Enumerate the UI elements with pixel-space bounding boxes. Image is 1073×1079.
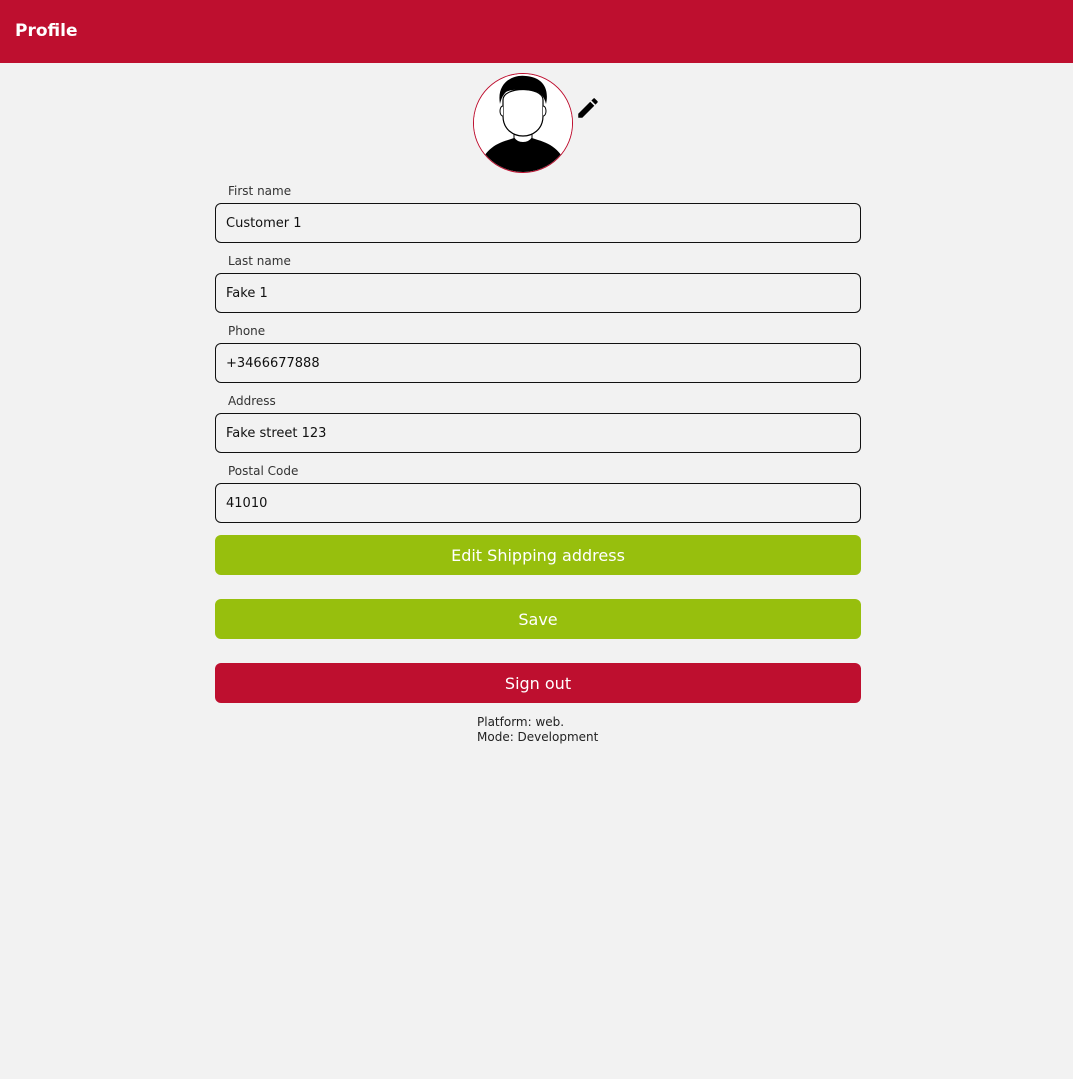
- address-field[interactable]: [215, 413, 861, 453]
- mode-text: Mode: Development: [477, 730, 599, 744]
- save-button[interactable]: Save: [215, 599, 861, 639]
- environment-info: Platform: web. Mode: Development: [477, 715, 598, 745]
- postal-code-field[interactable]: [215, 483, 861, 523]
- user-avatar-icon: [474, 74, 572, 172]
- avatar[interactable]: [473, 73, 573, 173]
- app-header: Profile: [0, 0, 1073, 63]
- pencil-icon[interactable]: [575, 95, 601, 121]
- platform-text: Platform: web.: [477, 715, 565, 729]
- last-name-field[interactable]: [215, 273, 861, 313]
- first-name-label: First name: [228, 184, 292, 198]
- edit-shipping-address-button[interactable]: Edit Shipping address: [215, 535, 861, 575]
- first-name-field[interactable]: [215, 203, 861, 243]
- address-label: Address: [228, 394, 276, 408]
- phone-label: Phone: [228, 324, 266, 338]
- postal-code-label: Postal Code: [228, 464, 299, 478]
- last-name-label: Last name: [228, 254, 291, 268]
- sign-out-button[interactable]: Sign out: [215, 663, 861, 703]
- page-title: Profile: [15, 21, 78, 41]
- avatar-container: [473, 73, 573, 173]
- phone-field[interactable]: [215, 343, 861, 383]
